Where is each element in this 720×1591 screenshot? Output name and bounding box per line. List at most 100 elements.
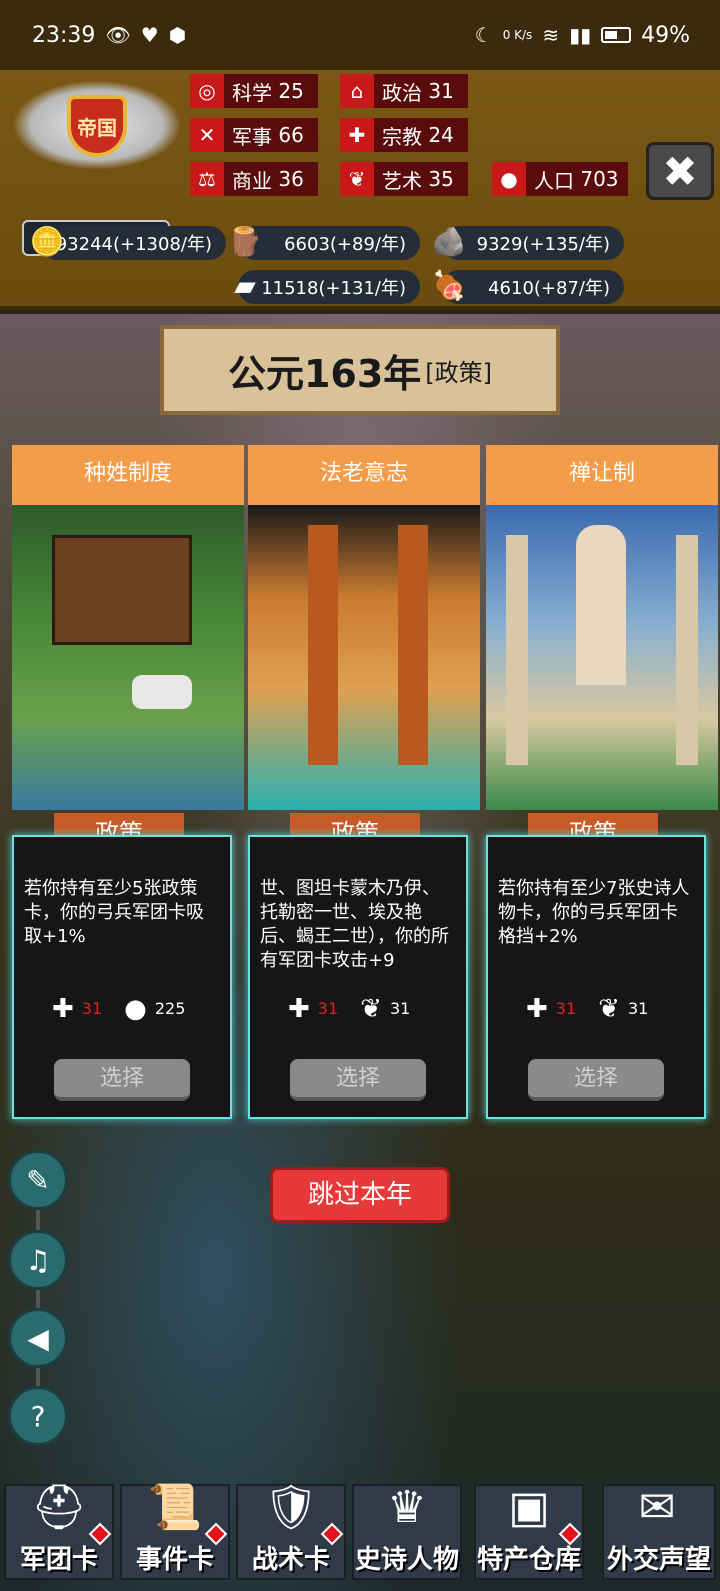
sound-toggle-button[interactable]: ◀ xyxy=(8,1308,68,1368)
card-description: 若你持有至少7张史诗人物卡，你的弓兵军团卡格挡+2% xyxy=(498,878,690,947)
stat-art: ❦ 艺术 35 xyxy=(340,162,468,196)
phase-text: [政策] xyxy=(425,358,493,387)
card-title: 禅让制 xyxy=(486,445,718,505)
shield-icon: 🛡 xyxy=(263,1482,319,1533)
app-icon: ⬢ xyxy=(168,23,187,47)
religion-icon: ✚ xyxy=(526,994,548,1024)
ox-illustration xyxy=(132,675,192,709)
science-icon: ◎ xyxy=(190,74,224,108)
nav-diplomacy[interactable]: ✉ 外交声望 xyxy=(602,1482,716,1580)
resource-gold: 🪙 293244(+1308/年) xyxy=(30,225,226,260)
heart-icon: ♥ xyxy=(140,23,159,47)
year-text: 公元163年 xyxy=(227,351,422,396)
notes-icon: ✎ xyxy=(26,1163,50,1197)
bottom-nav: ⛑ 军团卡 📜 事件卡 🛡 战术卡 ♛ 史诗人物 ▣ 特产仓库 ✉ 外交声望 xyxy=(0,1476,720,1591)
select-button[interactable]: 选择 xyxy=(54,1059,190,1101)
card-body: 若你持有至少5张政策卡，你的弓兵军团卡吸取+1% ✚ 31 ● 225 选择 xyxy=(12,835,232,1119)
emblem-text: 帝国 xyxy=(77,115,117,140)
column-illustration xyxy=(506,535,528,765)
population-icon: ● xyxy=(492,162,526,196)
empire-emblem[interactable]: 帝国 xyxy=(12,80,182,180)
nav-tactic-cards[interactable]: 🛡 战术卡 xyxy=(236,1482,346,1580)
select-button[interactable]: 选择 xyxy=(528,1059,664,1101)
nav-specialty-warehouse[interactable]: ▣ 特产仓库 xyxy=(474,1482,584,1580)
art-icon: ❦ xyxy=(360,994,382,1024)
close-icon: ✖ xyxy=(662,146,698,196)
battery-icon xyxy=(601,27,632,43)
house-illustration xyxy=(52,535,192,645)
notes-button[interactable]: ✎ xyxy=(8,1150,68,1210)
close-button[interactable]: ✖ xyxy=(646,142,714,200)
stat-military: ✕ 军事 66 xyxy=(190,118,318,152)
military-icon: ✕ xyxy=(190,118,224,152)
card-costs: ✚ 31 ❦ 31 xyxy=(526,994,649,1024)
pillar-illustration xyxy=(308,525,338,765)
network-speed: 0 K/s xyxy=(502,28,533,42)
resource-panel: 帝国 银河渡口塔 ◎ 科学 25 ⌂ 政治 31 ✕ 军事 66 ✚ 宗教 24… xyxy=(0,70,720,310)
resource-wood: 🪵 6603(+89/年) xyxy=(228,225,420,260)
help-button[interactable]: ? xyxy=(8,1386,68,1446)
battery-level: 49% xyxy=(641,22,690,48)
chain-decoration xyxy=(36,1290,40,1310)
wifi-icon: ≋ xyxy=(542,23,560,47)
resource-stone: 🪨 9329(+135/年) xyxy=(432,225,624,260)
card-title: 种姓制度 xyxy=(12,445,244,505)
politics-icon: ⌂ xyxy=(340,74,374,108)
year-banner: 公元163年 [政策] xyxy=(160,325,560,415)
stat-science: ◎ 科学 25 xyxy=(190,74,318,108)
speaker-icon: ◀ xyxy=(27,1321,49,1355)
card-costs: ✚ 31 ❦ 31 xyxy=(288,994,411,1024)
status-bar: 23:39 👁 ♥ ⬢ ☾ 0 K/s ≋ ▮▮ 49% xyxy=(0,0,720,70)
statue-illustration xyxy=(576,525,626,685)
card-body: 世、图坦卡蒙木乃伊、托勒密一世、埃及艳后、蝎王二世），你的所有军团卡攻击+9 ✚… xyxy=(248,835,468,1119)
commerce-icon: ⚖ xyxy=(190,162,224,196)
signal-icon: ▮▮ xyxy=(569,23,592,47)
stat-religion: ✚ 宗教 24 xyxy=(340,118,468,152)
nav-epic-figures[interactable]: ♛ 史诗人物 xyxy=(352,1482,462,1580)
nav-legion-cards[interactable]: ⛑ 军团卡 xyxy=(4,1482,114,1580)
chain-decoration xyxy=(36,1368,40,1388)
select-button[interactable]: 选择 xyxy=(290,1059,426,1101)
music-off-icon: ♫ xyxy=(25,1243,51,1277)
stat-politics: ⌂ 政治 31 xyxy=(340,74,468,108)
skip-year-button[interactable]: 跳过本年 xyxy=(270,1167,450,1223)
population-icon: ● xyxy=(124,994,147,1024)
stat-commerce: ⚖ 商业 36 xyxy=(190,162,318,196)
wood-icon: 🪵 xyxy=(227,224,263,258)
resource-iron: ▰ 11518(+131/年) xyxy=(234,269,420,304)
nav-event-cards[interactable]: 📜 事件卡 xyxy=(120,1482,230,1580)
religion-icon: ✚ xyxy=(52,994,74,1024)
chain-decoration xyxy=(36,1210,40,1230)
art-icon: ❦ xyxy=(340,162,374,196)
gold-coins-icon: 🪙 xyxy=(29,224,65,258)
card-description: 世、图坦卡蒙木乃伊、托勒密一世、埃及艳后、蝎王二世），你的所有军团卡攻击+9 xyxy=(260,878,449,971)
eye-icon: 👁 xyxy=(105,23,131,47)
resource-meat: 🍖 4610(+87/年) xyxy=(432,269,624,304)
iron-icon: ▰ xyxy=(234,268,256,302)
card-title: 法老意志 xyxy=(248,445,480,505)
chest-icon: ▣ xyxy=(508,1481,550,1533)
card-image xyxy=(12,505,244,810)
art-icon: ❦ xyxy=(598,994,620,1024)
crown-icon: ♛ xyxy=(387,1481,427,1533)
religion-icon: ✚ xyxy=(340,118,374,152)
stone-icon: 🪨 xyxy=(431,224,467,258)
card-costs: ✚ 31 ● 225 xyxy=(52,994,186,1024)
policy-card-3[interactable]: 禅让制 政策 若你持有至少7张史诗人物卡，你的弓兵军团卡格挡+2% ✚ 31 ❦… xyxy=(486,445,718,1119)
help-icon: ? xyxy=(30,1399,46,1433)
music-toggle-button[interactable]: ♫ xyxy=(8,1230,68,1290)
religion-icon: ✚ xyxy=(288,994,310,1024)
meat-icon: 🍖 xyxy=(431,268,467,302)
policy-card-1[interactable]: 种姓制度 政策 若你持有至少5张政策卡，你的弓兵军团卡吸取+1% ✚ 31 ● … xyxy=(12,445,244,1119)
policy-card-2[interactable]: 法老意志 政策 世、图坦卡蒙木乃伊、托勒密一世、埃及艳后、蝎王二世），你的所有军… xyxy=(248,445,480,1119)
helmet-icon: ⛑ xyxy=(31,1482,87,1533)
pillar-illustration xyxy=(398,525,428,765)
card-image xyxy=(248,505,480,810)
envelope-icon: ✉ xyxy=(638,1481,676,1533)
stat-population: ● 人口 703 xyxy=(492,162,628,196)
scroll-icon: 📜 xyxy=(147,1482,203,1533)
column-illustration xyxy=(676,535,698,765)
card-body: 若你持有至少7张史诗人物卡，你的弓兵军团卡格挡+2% ✚ 31 ❦ 31 选择 xyxy=(486,835,706,1119)
empire-shield: 帝国 xyxy=(67,95,127,157)
clock: 23:39 xyxy=(32,22,96,48)
